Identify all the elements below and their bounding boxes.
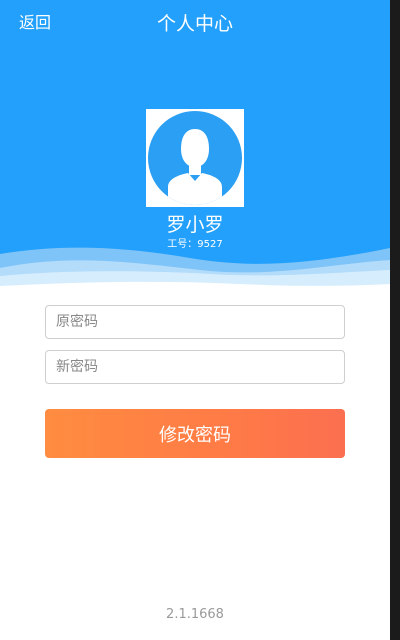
app-version: 2.1.1668 — [166, 607, 224, 622]
page-title: 个人中心 — [156, 13, 233, 35]
new-password-input[interactable] — [45, 350, 345, 384]
user-silhouette-icon — [146, 109, 244, 207]
wave-decoration — [0, 247, 390, 296]
change-password-button[interactable]: 修改密码 — [45, 409, 345, 458]
app-screen: 返回 个人中心 罗小罗 工号：9527 修改密码 2.1.1668 — [0, 0, 390, 640]
old-password-input[interactable] — [45, 305, 345, 339]
avatar — [146, 109, 244, 207]
profile-header: 返回 个人中心 罗小罗 工号：9527 — [0, 0, 390, 296]
window-edge — [390, 0, 400, 640]
user-name: 罗小罗 — [166, 214, 224, 236]
